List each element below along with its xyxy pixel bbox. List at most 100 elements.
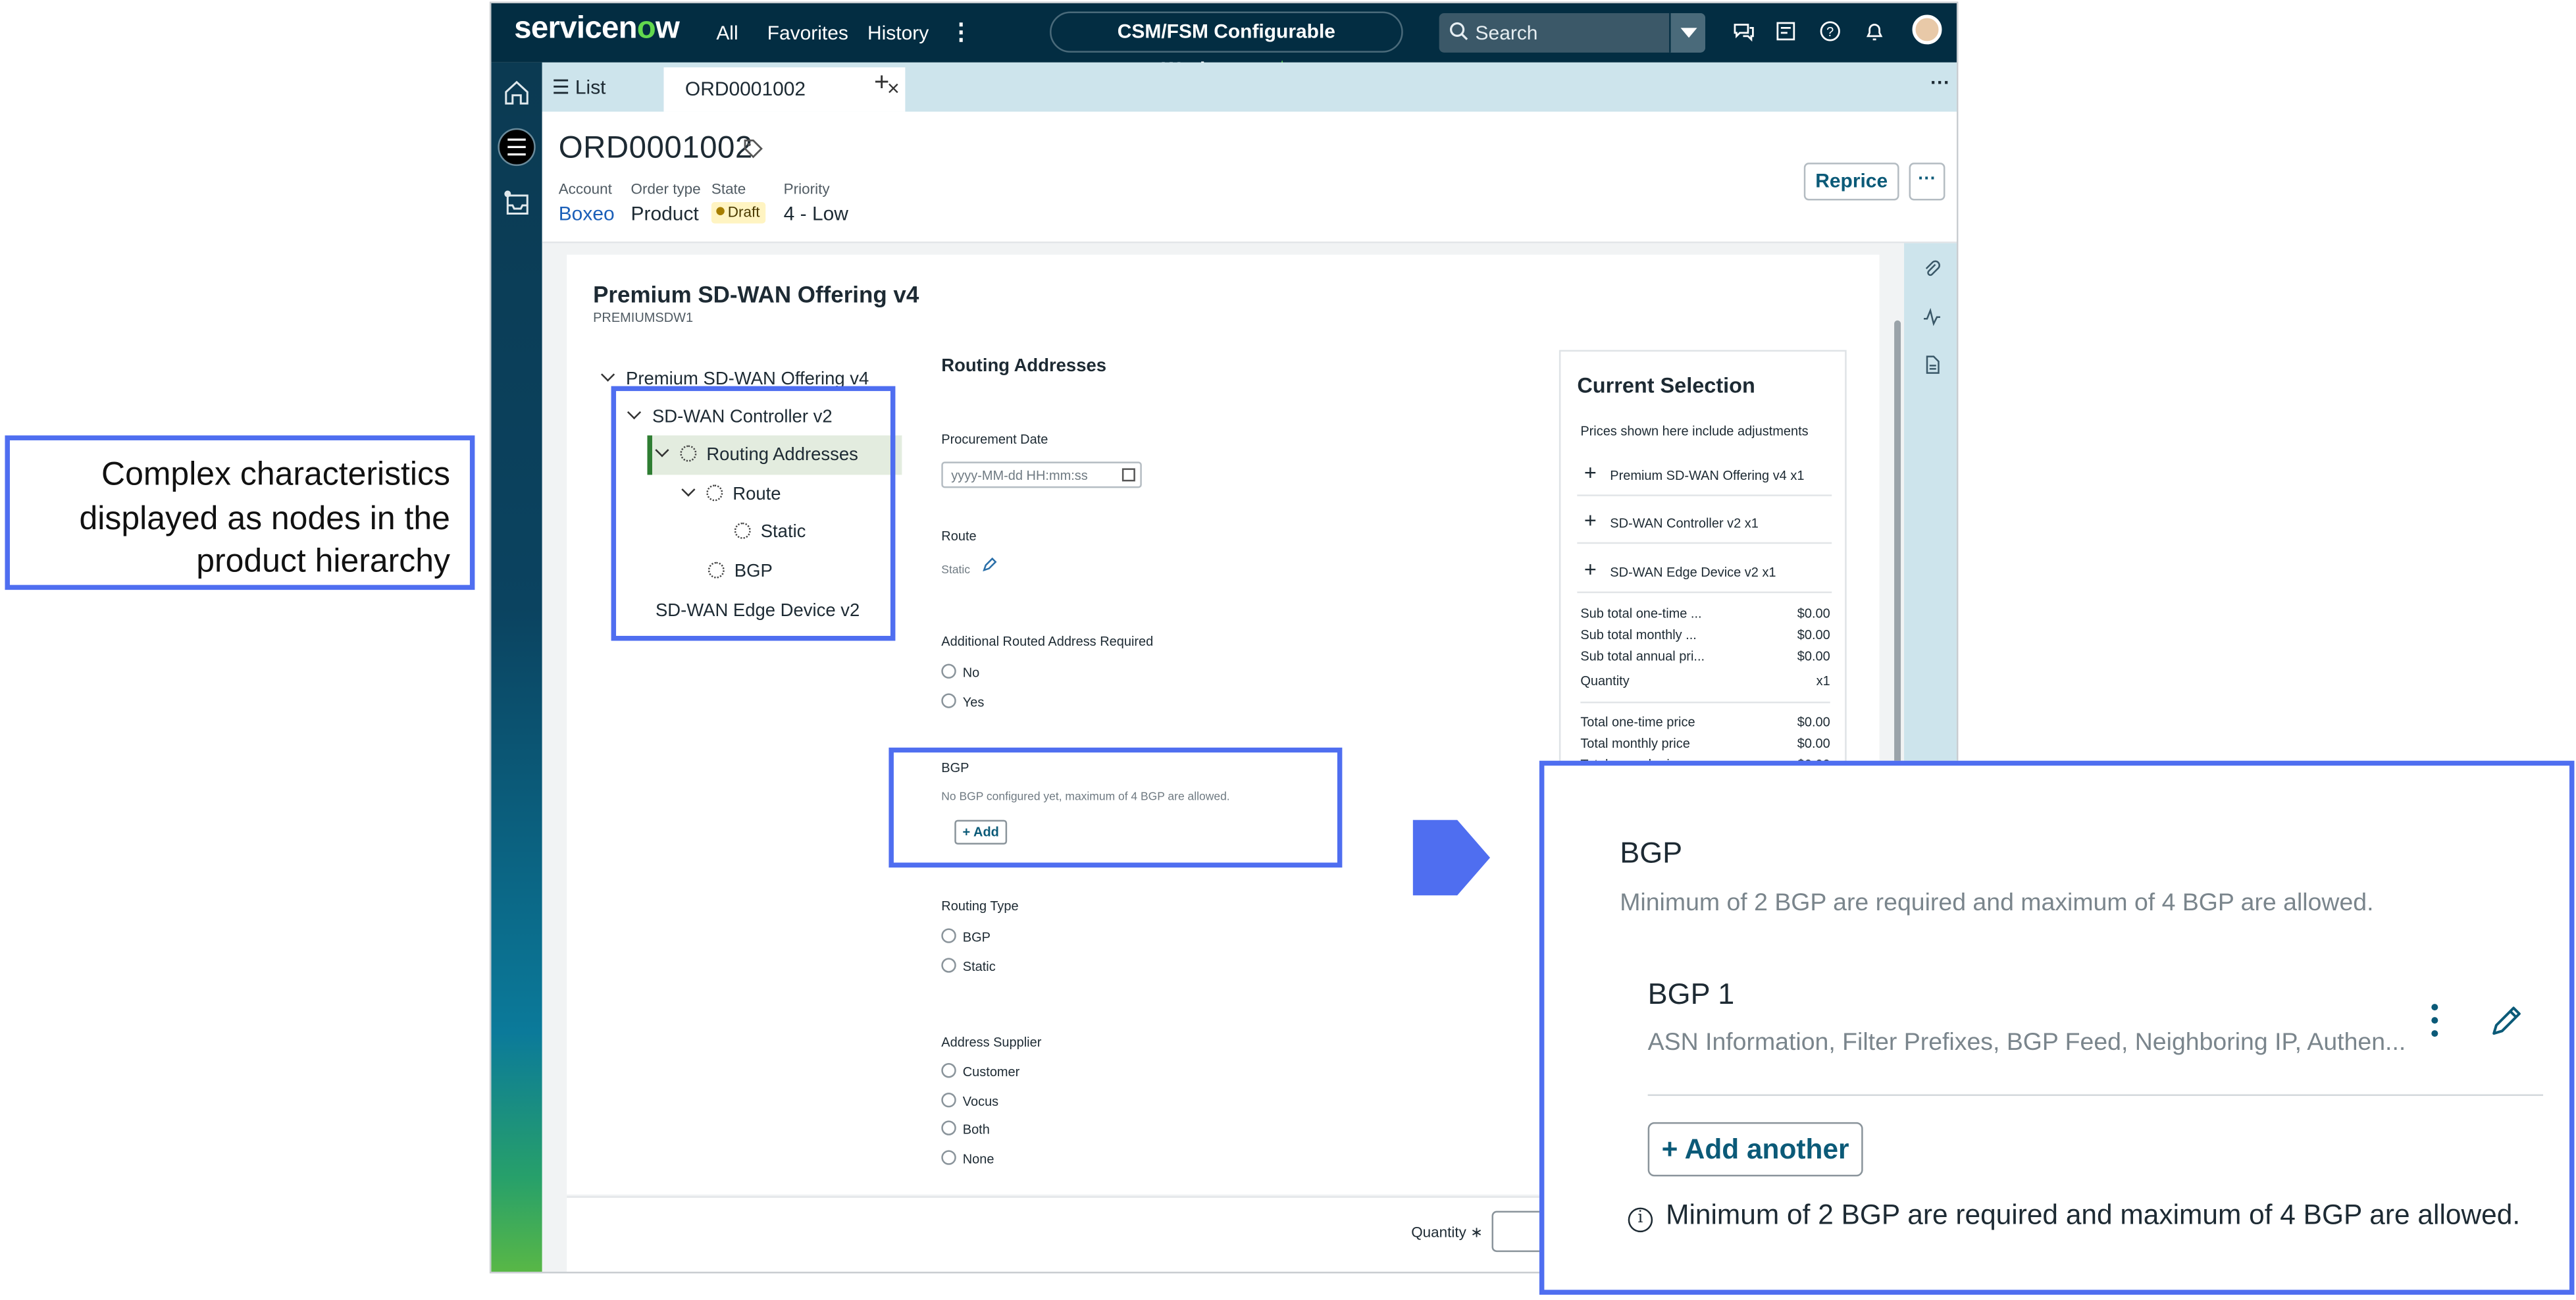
add-tab-icon[interactable]: + <box>874 69 889 99</box>
total-row: Total monthly price $0.00 <box>1580 736 1830 750</box>
selection-item[interactable]: + Premium SD-WAN Offering v4 x1 <box>1577 450 1832 496</box>
selection-item-label: Premium SD-WAN Offering v4 x1 <box>1610 468 1805 483</box>
help-icon[interactable]: ? <box>1818 20 1842 43</box>
chat-icon[interactable] <box>1732 20 1755 43</box>
scrollbar[interactable] <box>1894 320 1901 814</box>
annotation-callout: Complex characteristics displayed as nod… <box>5 435 475 590</box>
total-label: Total one-time price <box>1580 714 1695 730</box>
svg-text:?: ? <box>1826 25 1834 39</box>
radio-yes[interactable]: Yes <box>941 693 985 710</box>
radio-none[interactable]: None <box>941 1150 994 1166</box>
subtotal-label: Sub total one-time ... <box>1580 606 1702 621</box>
bgp-zoom-panel: BGP Minimum of 2 BGP are required and ma… <box>1539 760 2575 1295</box>
info-icon: i <box>1628 1207 1653 1233</box>
reprice-button[interactable]: Reprice <box>1803 163 1899 201</box>
expand-icon[interactable]: + <box>1577 498 1603 544</box>
divider <box>1647 1094 2544 1096</box>
order-type-value: Product <box>631 202 699 225</box>
more-actions-button[interactable]: ··· <box>1909 163 1945 201</box>
procurement-date-field[interactable]: yyyy-MM-dd HH:mm:ss <box>941 461 1142 488</box>
section-title: Routing Addresses <box>941 356 1107 377</box>
hierarchy-highlight-box <box>611 386 896 641</box>
divider <box>1580 701 1830 704</box>
search-placeholder: Search <box>1475 21 1538 45</box>
annotation-line: displayed as nodes in the <box>79 500 450 536</box>
status-badge: Draft <box>711 202 765 224</box>
radio-static[interactable]: Static <box>941 958 996 974</box>
current-selection-panel: Current Selection Prices shown here incl… <box>1558 350 1847 777</box>
expand-icon[interactable]: + <box>1577 547 1603 593</box>
annotation-line: Complex characteristics <box>101 456 450 493</box>
home-icon[interactable] <box>498 74 535 111</box>
expand-icon[interactable]: + <box>1577 450 1603 496</box>
tab-list[interactable]: ☰ List <box>552 76 606 99</box>
inbox-icon[interactable] <box>1774 20 1797 43</box>
nav-favorites[interactable]: Favorites <box>767 21 848 44</box>
search-scope-dropdown[interactable] <box>1669 13 1706 53</box>
radio-no[interactable]: No <box>941 663 980 680</box>
tab-overflow-icon[interactable]: ··· <box>1930 70 1950 93</box>
nav-history[interactable]: History <box>867 21 929 44</box>
pencil-icon[interactable] <box>2487 1001 2527 1040</box>
subtotal-row: Quantity x1 <box>1580 673 1830 688</box>
paperclip-icon[interactable] <box>1922 259 1942 279</box>
list-icon <box>507 138 526 156</box>
priority-value: 4 - Low <box>783 202 848 225</box>
tab-bar: ☰ List ORD0001002 × + ··· <box>542 62 1957 112</box>
bgp-item-description: ASN Information, Filter Prefixes, BGP Fe… <box>1647 1028 2406 1057</box>
account-link[interactable]: Boxeo <box>559 202 615 225</box>
radio-vocus[interactable]: Vocus <box>941 1093 998 1108</box>
chevron-down-icon[interactable] <box>600 367 615 382</box>
nav-all[interactable]: All <box>716 21 738 44</box>
radio-bgp[interactable]: BGP <box>941 928 991 945</box>
radio-customer[interactable]: Customer <box>941 1063 1020 1079</box>
list-view-button[interactable] <box>498 128 536 167</box>
procurement-date-label: Procurement Date <box>941 432 1048 447</box>
selection-item[interactable]: + SD-WAN Edge Device v2 x1 <box>1577 547 1832 594</box>
selection-item-label: SD-WAN Controller v2 x1 <box>1610 515 1759 531</box>
bgp-zoom-description: Minimum of 2 BGP are required and maximu… <box>1620 889 2374 917</box>
subtotal-value: $0.00 <box>1797 648 1830 664</box>
field-label-priority: Priority <box>783 180 830 197</box>
arrow-right-icon <box>1412 819 1491 896</box>
radio-both[interactable]: Both <box>941 1120 990 1137</box>
global-search[interactable]: Search <box>1439 13 1706 53</box>
bgp-highlight-box <box>889 747 1343 868</box>
subtotal-label: Quantity <box>1580 673 1630 689</box>
subtotal-label: Sub total annual pri... <box>1580 648 1705 664</box>
current-selection-title: Current Selection <box>1577 373 1755 398</box>
tab-list-label: List <box>575 75 606 99</box>
pencil-icon[interactable] <box>981 557 997 573</box>
tag-icon[interactable] <box>742 138 763 159</box>
field-label-account: Account <box>558 180 612 197</box>
record-title: ORD0001002 <box>558 131 753 167</box>
document-icon[interactable] <box>1922 355 1942 375</box>
tab-record-label: ORD0001002 <box>684 77 806 101</box>
subtotal-label: Sub total monthly ... <box>1580 627 1697 643</box>
activity-icon[interactable] <box>1922 307 1942 327</box>
subtotal-value: $0.00 <box>1797 627 1830 643</box>
selection-item[interactable]: + SD-WAN Controller v2 x1 <box>1577 498 1832 544</box>
total-value: $0.00 <box>1797 736 1830 751</box>
left-sidebar <box>491 62 542 1272</box>
workspace-selector[interactable]: CSM/FSM Configurable Workspace☆ <box>1050 11 1403 80</box>
user-avatar[interactable] <box>1912 14 1942 45</box>
total-label: Total monthly price <box>1580 736 1690 751</box>
subtotal-row: Sub total monthly ... $0.00 <box>1580 628 1830 642</box>
kebab-menu-icon[interactable] <box>2425 1001 2444 1040</box>
routing-type-label: Routing Type <box>941 898 1019 914</box>
annotation-line: product hierarchy <box>196 544 450 581</box>
inbox-tray-icon[interactable] <box>498 184 535 222</box>
add-another-button[interactable]: + Add another <box>1647 1122 1863 1177</box>
bell-icon[interactable] <box>1863 20 1886 43</box>
more-menu-icon[interactable]: ⋮ <box>950 18 973 45</box>
top-navigation-bar: servicenow All Favorites History ⋮ CSM/F… <box>491 3 1957 80</box>
subtotal-row: Sub total one-time ... $0.00 <box>1580 606 1830 621</box>
tab-record[interactable]: ORD0001002 × <box>663 67 906 112</box>
product-code: PREMIUMSDW1 <box>593 310 694 326</box>
product-title: Premium SD-WAN Offering v4 <box>593 280 919 307</box>
search-icon <box>1449 22 1468 41</box>
total-row: Total one-time price $0.00 <box>1580 715 1830 729</box>
calendar-icon[interactable] <box>1121 468 1135 482</box>
servicenow-logo[interactable]: servicenow <box>514 11 680 47</box>
